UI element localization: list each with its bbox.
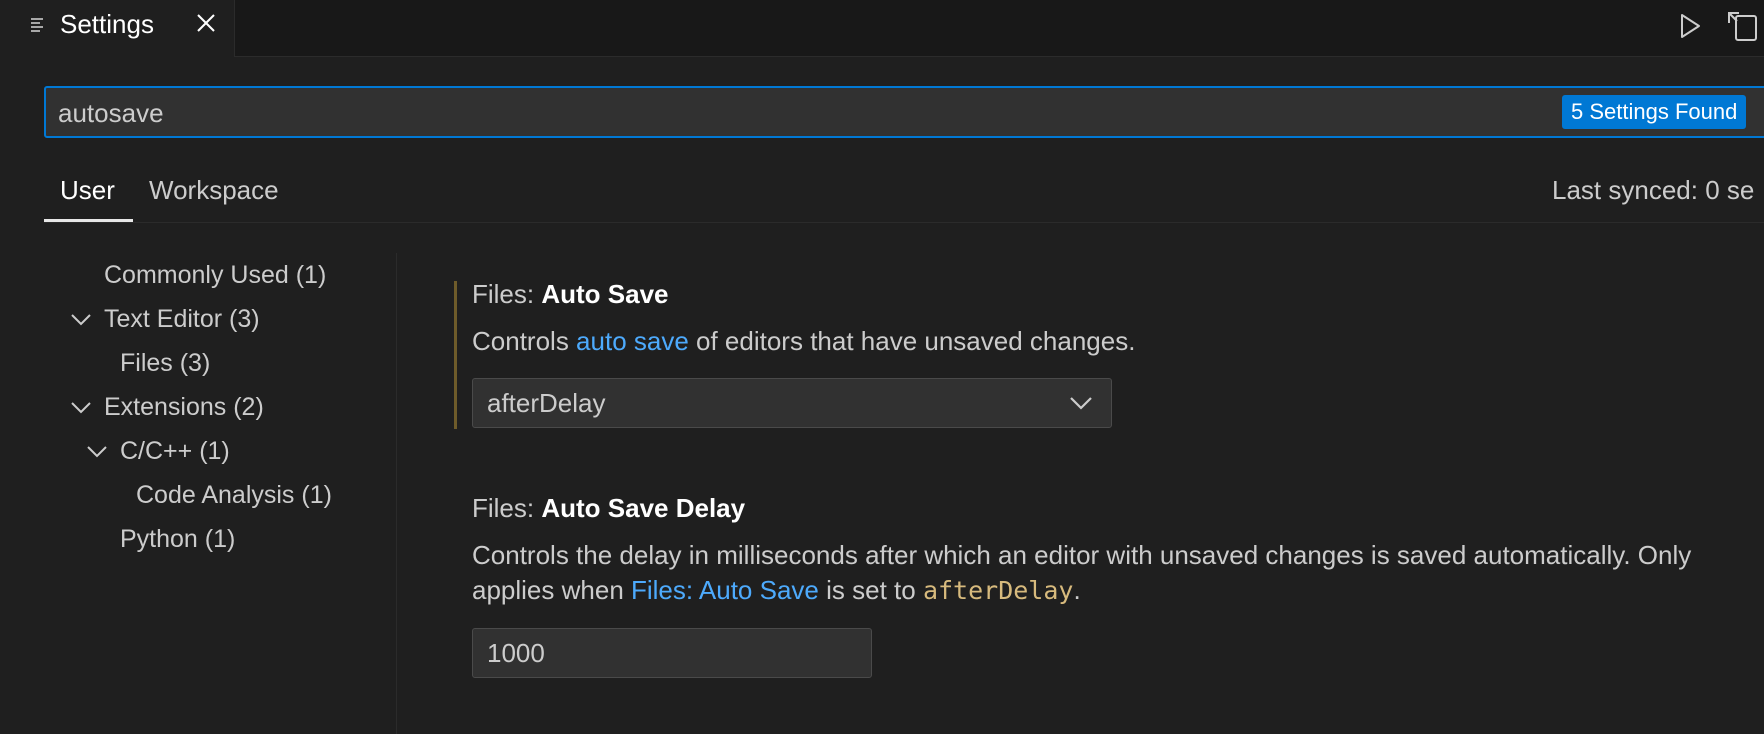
- settings-search-input[interactable]: [58, 96, 1538, 130]
- toc-divider: [396, 253, 397, 734]
- last-synced-status: Last synced: 0 se: [1552, 175, 1755, 205]
- description-text: applies when: [472, 575, 631, 605]
- setting-category: Files:: [472, 279, 542, 309]
- tree-item-code-analysis[interactable]: Code Analysis (1): [136, 475, 332, 515]
- auto-save-delay-input[interactable]: [472, 628, 872, 678]
- tree-item-extensions[interactable]: Extensions (2): [104, 387, 264, 427]
- play-icon[interactable]: [1677, 11, 1703, 41]
- tab-user[interactable]: User: [60, 172, 115, 208]
- description-text: .: [1073, 575, 1081, 605]
- inline-code: afterDelay: [922, 576, 1074, 605]
- setting-name: Auto Save Delay: [541, 493, 746, 523]
- description-text: of editors that have unsaved changes.: [688, 326, 1136, 356]
- modified-indicator: [454, 281, 457, 429]
- dropdown-value: afterDelay: [487, 388, 606, 418]
- description-text: is set to: [818, 575, 923, 605]
- tree-item-c-cpp[interactable]: C/C++ (1): [120, 431, 230, 471]
- files-auto-save-link[interactable]: Files: Auto Save: [631, 575, 819, 605]
- tree-item-label: C/C++ (1): [120, 437, 230, 465]
- tree-item-label: Commonly Used (1): [104, 261, 327, 289]
- chevron-down-icon: [1070, 397, 1092, 410]
- tree-item-label: Text Editor (3): [104, 305, 260, 333]
- editor-tab-bar: Settings: [0, 0, 1764, 57]
- setting-description-line2: applies when Files: Auto Save is set to …: [472, 573, 1081, 608]
- chevron-down-icon[interactable]: [70, 396, 92, 418]
- tree-item-python[interactable]: Python (1): [120, 519, 235, 559]
- setting-name: Auto Save: [541, 279, 669, 309]
- tree-item-commonly-used[interactable]: Commonly Used (1): [104, 255, 326, 295]
- tree-item-label: Extensions (2): [104, 393, 264, 421]
- tab-workspace[interactable]: Workspace: [149, 172, 279, 208]
- setting-title: Files: Auto Save Delay: [472, 491, 745, 525]
- setting-description-line1: Controls the delay in milliseconds after…: [472, 540, 1692, 570]
- tree-item-text-editor[interactable]: Text Editor (3): [104, 299, 260, 339]
- tree-item-label: Python (1): [120, 525, 236, 553]
- setting-title: Files: Auto Save: [472, 277, 669, 311]
- auto-save-link[interactable]: auto save: [576, 326, 689, 356]
- auto-save-dropdown[interactable]: afterDelay: [472, 378, 1112, 428]
- chevron-down-icon[interactable]: [70, 308, 92, 330]
- setting-category: Files:: [472, 493, 542, 523]
- close-icon[interactable]: [195, 12, 217, 34]
- settings-search-box: 5 Settings Found: [44, 86, 1764, 138]
- tree-item-label: Files (3): [120, 349, 211, 377]
- tab-title: Settings: [60, 9, 154, 39]
- tree-item-files[interactable]: Files (3): [120, 343, 210, 383]
- open-settings-json-icon[interactable]: [1726, 9, 1760, 41]
- settings-tab[interactable]: Settings: [0, 0, 235, 57]
- results-count-badge: 5 Settings Found: [1562, 95, 1747, 129]
- setting-description: Controls auto save of editors that have …: [472, 324, 1135, 359]
- description-text: Controls: [472, 326, 577, 356]
- chevron-down-icon[interactable]: [86, 440, 108, 462]
- scope-divider: [44, 222, 1764, 223]
- tree-item-label: Code Analysis (1): [136, 481, 332, 509]
- settings-list-icon: [31, 18, 43, 32]
